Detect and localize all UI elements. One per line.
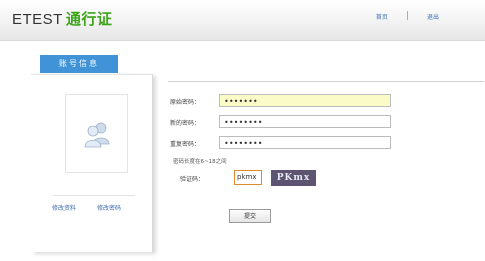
sidebar-divider (53, 195, 135, 196)
password-hint: 密码长度在6~18之间 (173, 159, 227, 165)
repeat-password-label: 重复密码： (170, 141, 201, 148)
brand-suffix: 通行证 (65, 11, 113, 28)
nav-divider: | (405, 11, 409, 21)
new-password-field[interactable]: •••••••• (219, 115, 391, 128)
brand-name: ETEST (12, 11, 63, 28)
captcha-input[interactable]: pkmx (234, 170, 262, 185)
edit-profile-link[interactable]: 修改资料 (52, 203, 76, 212)
sidebar: 修改资料 修改密码 (31, 74, 153, 252)
brand-logo: ETEST 通行证 (12, 8, 112, 29)
new-password-label: 新的密码： (170, 120, 201, 127)
sidebar-links: 修改资料 修改密码 (52, 203, 121, 212)
captcha-image[interactable]: PKmx (271, 170, 316, 186)
avatar (65, 94, 128, 173)
old-password-field[interactable]: ••••••• (219, 94, 391, 107)
submit-button[interactable]: 提交 (229, 209, 271, 223)
users-icon (84, 122, 109, 147)
top-bar: ETEST 通行证 首页 | 退出 (0, 0, 485, 41)
tab-account-info[interactable]: 账号信息 (40, 55, 118, 73)
logout-link[interactable]: 退出 (427, 12, 439, 21)
old-password-label: 原始密码： (170, 99, 201, 106)
change-password-link[interactable]: 修改密码 (97, 203, 121, 212)
content-divider (168, 81, 484, 82)
repeat-password-field[interactable]: •••••••• (219, 136, 391, 149)
captcha-label: 验证码： (180, 176, 205, 183)
top-nav: 首页 | 退出 (376, 11, 439, 21)
home-link[interactable]: 首页 (376, 12, 388, 21)
